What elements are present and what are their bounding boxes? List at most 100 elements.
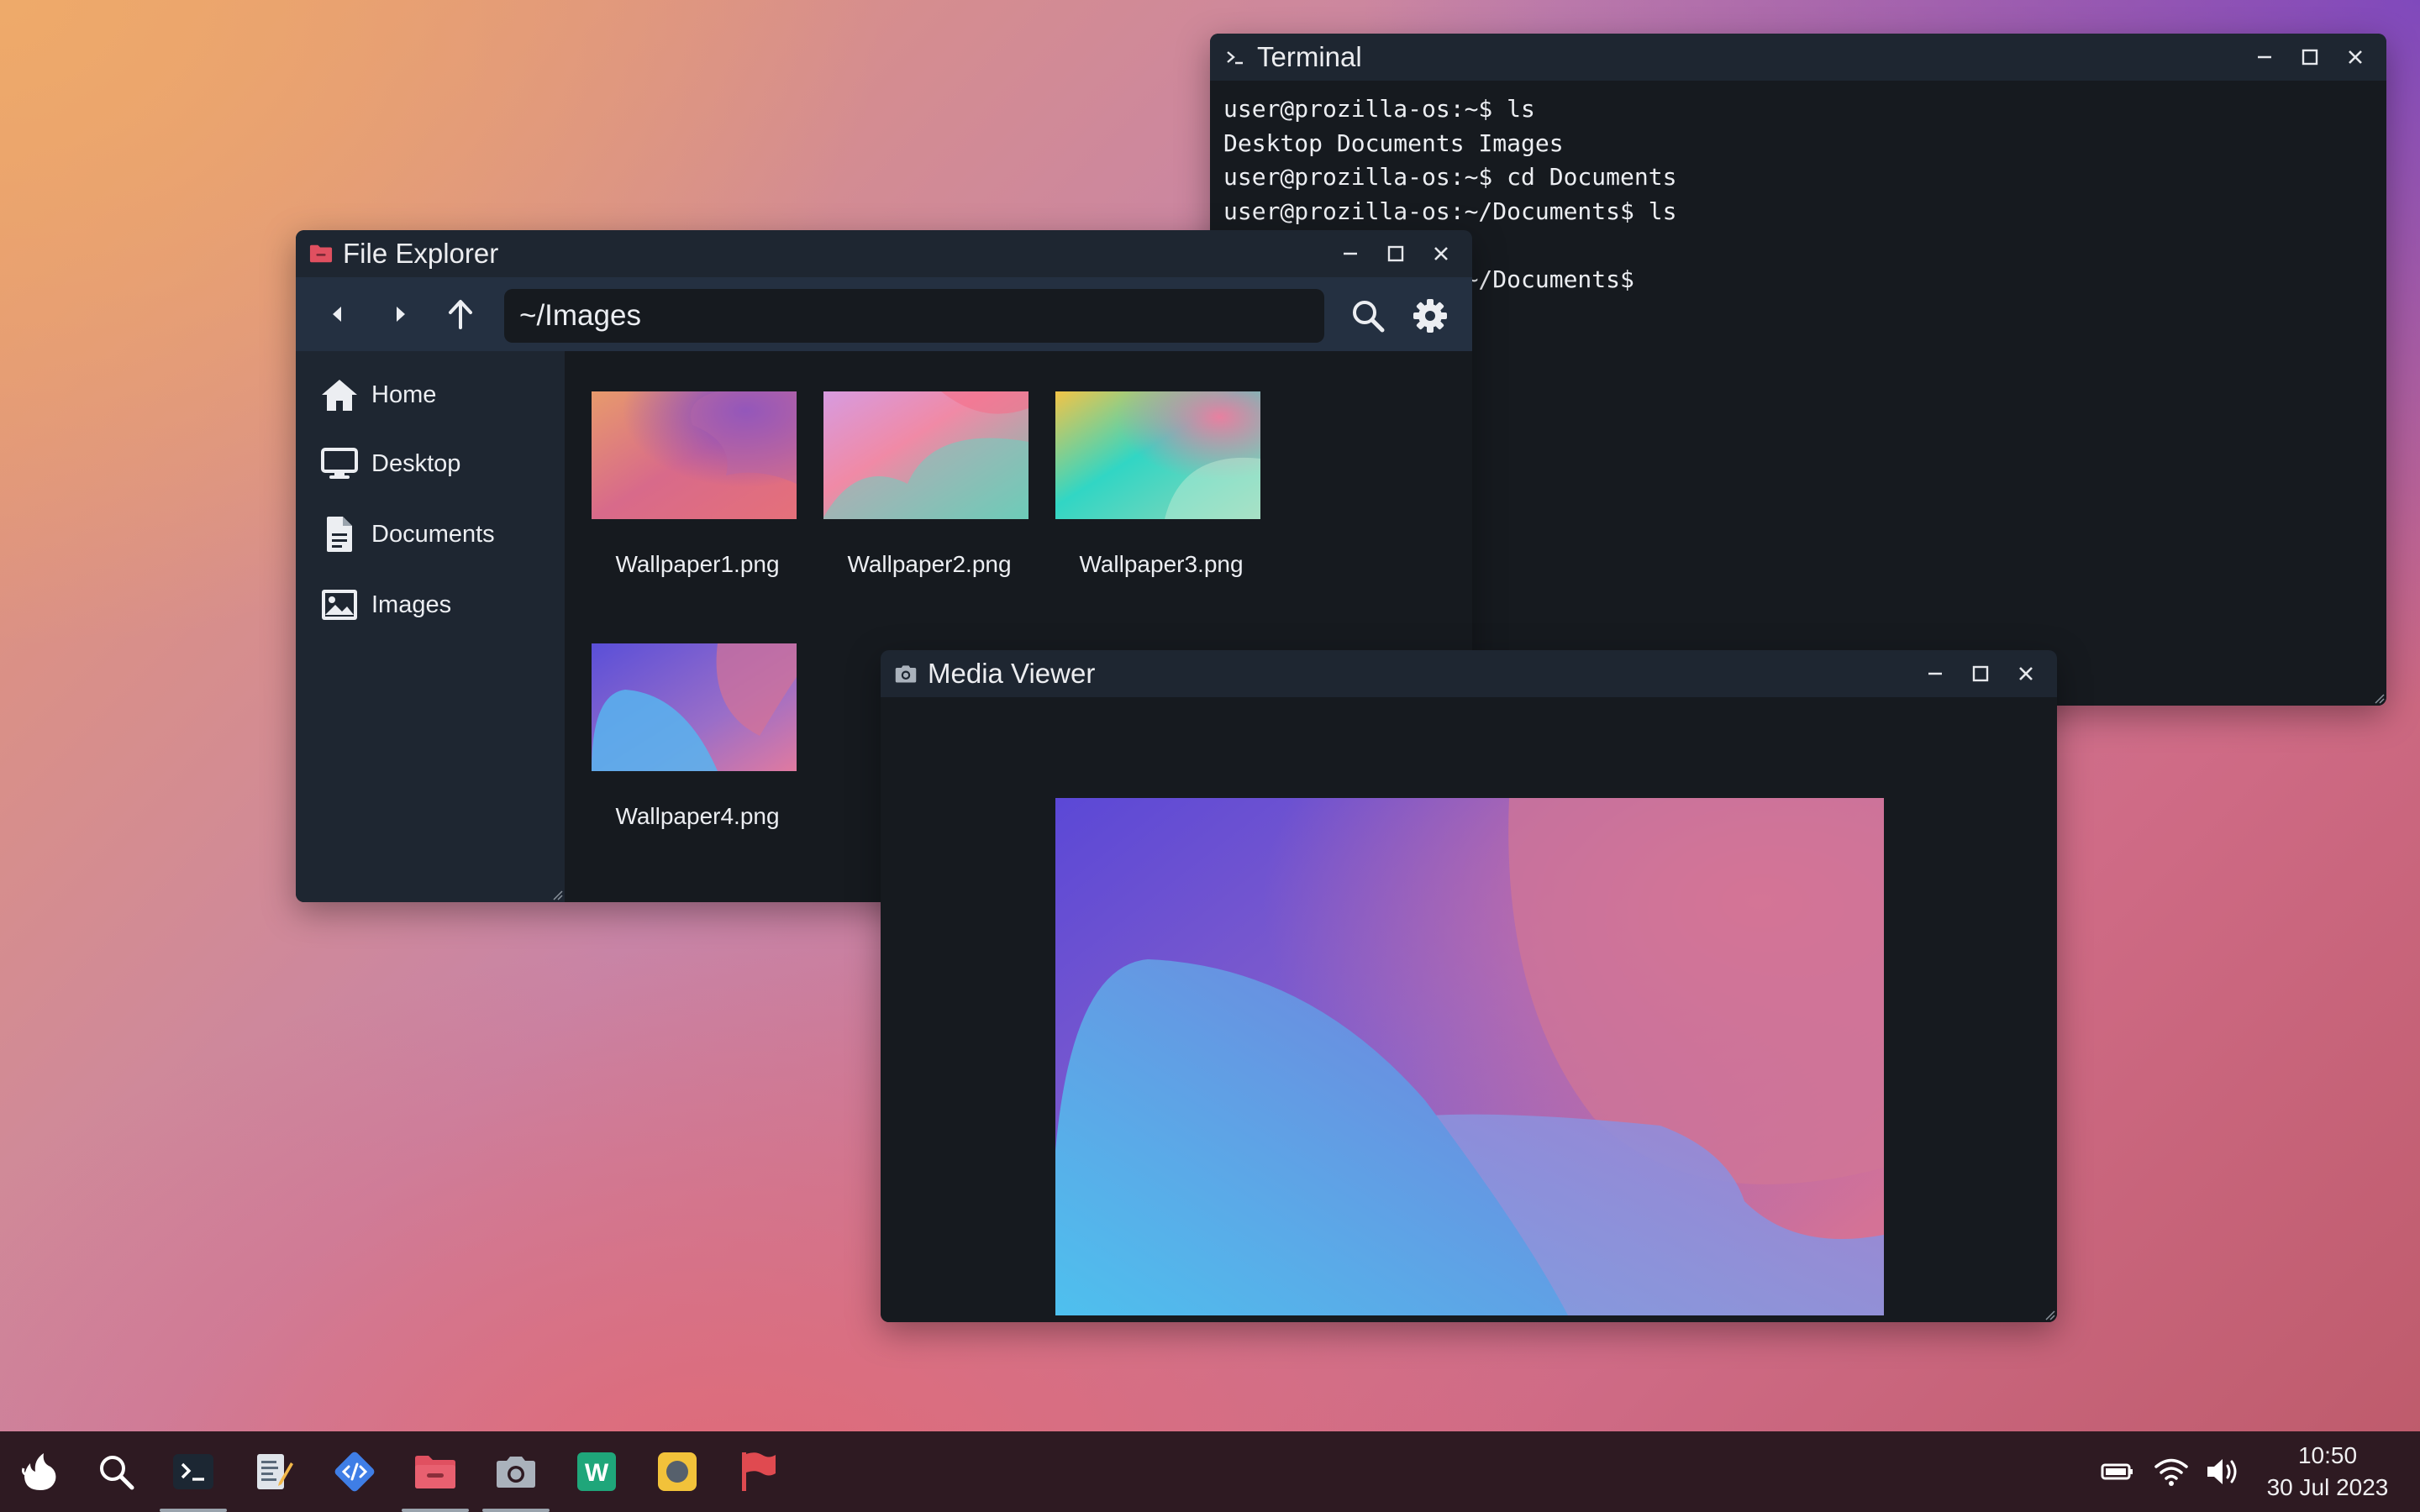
file-item[interactable]: Wallpaper1.png bbox=[565, 391, 797, 610]
maximize-icon bbox=[1972, 665, 1989, 682]
search-icon bbox=[100, 1456, 134, 1490]
minimize-icon bbox=[2258, 55, 2271, 59]
terminal-line: user@prozilla-os:~/Documents$ ls bbox=[1223, 197, 1677, 225]
taskbar-file-explorer-button[interactable] bbox=[400, 1431, 471, 1512]
close-button[interactable] bbox=[1418, 230, 1464, 277]
wallpaper2-thumbnail bbox=[823, 391, 1028, 519]
resize-grip-icon[interactable] bbox=[551, 889, 563, 900]
media-viewer-window[interactable]: Media Viewer bbox=[881, 650, 2057, 1322]
sidebar-item-desktop[interactable]: Desktop bbox=[319, 438, 546, 489]
folder-icon bbox=[415, 1456, 455, 1488]
file-name: Wallpaper4.png bbox=[615, 803, 780, 829]
taskbar: W 10:50 30 Jul 2023 bbox=[0, 1431, 2420, 1512]
wallpaper4-thumbnail bbox=[592, 643, 797, 771]
terminal-titlebar[interactable]: Terminal bbox=[1210, 34, 2386, 81]
wifi-icon bbox=[2154, 1458, 2188, 1486]
file-explorer-toolbar bbox=[296, 277, 1472, 351]
svg-text:W: W bbox=[585, 1459, 609, 1487]
file-name: Wallpaper1.png bbox=[615, 551, 780, 577]
ball-icon bbox=[658, 1452, 697, 1491]
taskbar-text-editor-button[interactable] bbox=[239, 1431, 309, 1512]
file-explorer-titlebar[interactable]: File Explorer bbox=[296, 230, 1472, 277]
clock[interactable]: 10:50 30 Jul 2023 bbox=[2252, 1440, 2403, 1504]
maximize-icon bbox=[2302, 49, 2318, 66]
close-icon bbox=[1434, 247, 1448, 260]
folder-icon bbox=[309, 242, 333, 265]
home-menu-button[interactable] bbox=[5, 1431, 76, 1512]
file-name: Wallpaper3.png bbox=[1079, 551, 1244, 577]
file-name: Wallpaper2.png bbox=[847, 551, 1012, 577]
sidebar-item-label: Images bbox=[371, 591, 452, 618]
flame-logo-icon bbox=[22, 1453, 56, 1490]
search-button[interactable] bbox=[1341, 289, 1395, 343]
minimize-icon bbox=[1344, 252, 1357, 255]
maximize-button[interactable] bbox=[1373, 230, 1418, 277]
minimize-button[interactable] bbox=[1912, 650, 1958, 697]
minimize-button[interactable] bbox=[2242, 34, 2287, 81]
wallpaper3-thumbnail bbox=[1055, 391, 1260, 519]
maximize-button[interactable] bbox=[1958, 650, 2003, 697]
path-input[interactable] bbox=[504, 289, 1324, 343]
displayed-image bbox=[1055, 798, 1884, 1315]
sidebar-item-label: Desktop bbox=[371, 449, 461, 477]
search-button[interactable] bbox=[81, 1431, 151, 1512]
file-item[interactable]: Wallpaper3.png bbox=[1028, 391, 1260, 610]
sidebar-item-documents[interactable]: Documents bbox=[319, 509, 546, 559]
home-icon bbox=[319, 375, 360, 415]
image-icon bbox=[319, 585, 360, 625]
back-button[interactable] bbox=[308, 277, 368, 351]
flag-icon bbox=[742, 1452, 776, 1491]
wordle-icon: W bbox=[577, 1452, 616, 1491]
code-icon bbox=[334, 1452, 375, 1492]
arrow-up-icon bbox=[449, 300, 472, 329]
taskbar-terminal-button[interactable] bbox=[158, 1431, 229, 1512]
taskbar-code-editor-button[interactable] bbox=[319, 1431, 390, 1512]
close-button[interactable] bbox=[2333, 34, 2378, 81]
close-button[interactable] bbox=[2003, 650, 2049, 697]
camera-icon bbox=[894, 662, 918, 685]
window-title: Media Viewer bbox=[928, 658, 1096, 689]
search-icon bbox=[1353, 301, 1385, 333]
file-item[interactable]: Wallpaper2.png bbox=[797, 391, 1028, 610]
window-title: File Explorer bbox=[343, 238, 499, 269]
terminal-line: Desktop Documents Images bbox=[1223, 129, 1564, 157]
volume-icon bbox=[2207, 1459, 2237, 1484]
media-viewer-body bbox=[881, 697, 2057, 1322]
maximize-icon bbox=[1387, 245, 1404, 262]
close-icon bbox=[2019, 667, 2033, 680]
resize-grip-icon[interactable] bbox=[2373, 692, 2385, 704]
wallpaper1-thumbnail bbox=[592, 391, 797, 519]
terminal-icon bbox=[173, 1454, 213, 1489]
battery-button[interactable] bbox=[2097, 1452, 2138, 1492]
taskbar-media-viewer-button[interactable] bbox=[481, 1431, 551, 1512]
taskbar-minesweeper-button[interactable] bbox=[723, 1431, 793, 1512]
terminal-line: user@prozilla-os:~$ ls bbox=[1223, 95, 1535, 123]
minimize-button[interactable] bbox=[1328, 230, 1373, 277]
caret-right-icon bbox=[397, 307, 405, 322]
file-explorer-sidebar: Home Desktop Documents Images bbox=[296, 351, 565, 902]
settings-button[interactable] bbox=[1403, 289, 1457, 343]
monitor-icon bbox=[319, 444, 360, 484]
maximize-button[interactable] bbox=[2287, 34, 2333, 81]
sidebar-item-label: Documents bbox=[371, 520, 495, 548]
file-item[interactable]: Wallpaper4.png bbox=[565, 643, 797, 862]
terminal-prompt-icon bbox=[1223, 45, 1247, 69]
up-directory-button[interactable] bbox=[430, 277, 491, 351]
close-icon bbox=[2349, 50, 2362, 64]
sidebar-item-images[interactable]: Images bbox=[319, 580, 546, 630]
wifi-button[interactable] bbox=[2151, 1452, 2191, 1492]
clock-time: 10:50 bbox=[2297, 1442, 2358, 1468]
text-editor-icon bbox=[257, 1454, 293, 1489]
minimize-icon bbox=[1928, 672, 1942, 675]
forward-button[interactable] bbox=[370, 277, 430, 351]
sidebar-item-home[interactable]: Home bbox=[319, 370, 546, 420]
resize-grip-icon[interactable] bbox=[2044, 1309, 2055, 1320]
document-icon bbox=[319, 514, 360, 554]
clock-date: 30 Jul 2023 bbox=[2266, 1474, 2389, 1500]
taskbar-wordle-button[interactable]: W bbox=[561, 1431, 632, 1512]
taskbar-balls-button[interactable] bbox=[642, 1431, 713, 1512]
gear-icon bbox=[1413, 299, 1447, 333]
caret-left-icon bbox=[333, 307, 341, 322]
media-viewer-titlebar[interactable]: Media Viewer bbox=[881, 650, 2057, 697]
volume-button[interactable] bbox=[2203, 1452, 2244, 1492]
